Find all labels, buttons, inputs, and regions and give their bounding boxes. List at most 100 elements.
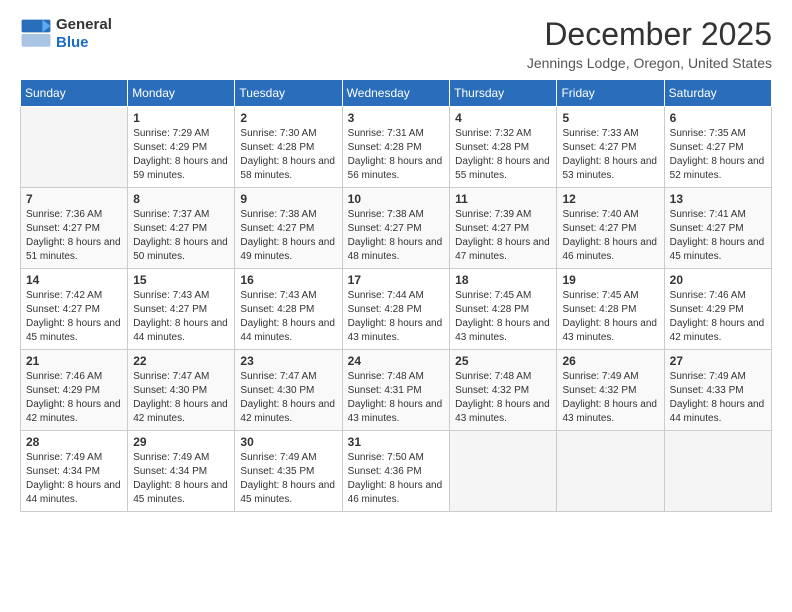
- header-friday: Friday: [557, 80, 664, 107]
- day-number: 30: [240, 435, 336, 449]
- day-info: Sunrise: 7:33 AMSunset: 4:27 PMDaylight:…: [562, 127, 658, 183]
- day-info: Sunrise: 7:49 AMSunset: 4:33 PMDaylight:…: [670, 370, 766, 426]
- day-info: Sunrise: 7:44 AMSunset: 4:28 PMDaylight:…: [348, 289, 445, 345]
- day-number: 10: [348, 192, 445, 206]
- day-info: Sunrise: 7:38 AMSunset: 4:27 PMDaylight:…: [348, 208, 445, 264]
- day-number: 3: [348, 111, 445, 125]
- calendar-cell: 29 Sunrise: 7:49 AMSunset: 4:34 PMDayligh…: [128, 431, 235, 512]
- day-number: 23: [240, 354, 336, 368]
- day-info: Sunrise: 7:46 AMSunset: 4:29 PMDaylight:…: [670, 289, 766, 345]
- day-number: 24: [348, 354, 445, 368]
- calendar-header-row: SundayMondayTuesdayWednesdayThursdayFrid…: [21, 80, 772, 107]
- day-number: 1: [133, 111, 229, 125]
- calendar-cell: 7Sunrise: 7:36 AMSunset: 4:27 PMDaylight…: [21, 188, 128, 269]
- day-number: 26: [562, 354, 658, 368]
- day-number: 4: [455, 111, 551, 125]
- calendar-cell: 17 Sunrise: 7:44 AMSunset: 4:28 PMDayligh…: [342, 269, 450, 350]
- logo-text: General Blue: [56, 16, 112, 52]
- day-number: 19: [562, 273, 658, 287]
- calendar-cell: 26 Sunrise: 7:49 AMSunset: 4:32 PMDayligh…: [557, 350, 664, 431]
- calendar-cell: 16 Sunrise: 7:43 AMSunset: 4:28 PMDayligh…: [235, 269, 342, 350]
- day-info: Sunrise: 7:32 AMSunset: 4:28 PMDaylight:…: [455, 127, 551, 183]
- day-info: Sunrise: 7:43 AMSunset: 4:28 PMDaylight:…: [240, 289, 336, 345]
- day-number: 16: [240, 273, 336, 287]
- calendar-cell: 31 Sunrise: 7:50 AMSunset: 4:36 PMDayligh…: [342, 431, 450, 512]
- location: Jennings Lodge, Oregon, United States: [527, 55, 772, 71]
- day-info: Sunrise: 7:41 AMSunset: 4:27 PMDaylight:…: [670, 208, 766, 264]
- day-info: Sunrise: 7:49 AMSunset: 4:34 PMDaylight:…: [26, 451, 122, 507]
- calendar-cell: [21, 107, 128, 188]
- day-number: 6: [670, 111, 766, 125]
- calendar-cell: 20Sunrise: 7:46 AMSunset: 4:29 PMDayligh…: [664, 269, 771, 350]
- calendar-cell: 1 Sunrise: 7:29 AMSunset: 4:29 PMDaylight…: [128, 107, 235, 188]
- header-thursday: Thursday: [450, 80, 557, 107]
- day-number: 12: [562, 192, 658, 206]
- day-info: Sunrise: 7:36 AMSunset: 4:27 PMDaylight:…: [26, 208, 122, 264]
- header-wednesday: Wednesday: [342, 80, 450, 107]
- page-header: General Blue December 2025 Jennings Lodg…: [20, 16, 772, 71]
- day-number: 9: [240, 192, 336, 206]
- day-info: Sunrise: 7:50 AMSunset: 4:36 PMDaylight:…: [348, 451, 445, 507]
- day-info: Sunrise: 7:48 AMSunset: 4:32 PMDaylight:…: [455, 370, 551, 426]
- calendar-cell: 12 Sunrise: 7:40 AMSunset: 4:27 PMDayligh…: [557, 188, 664, 269]
- calendar-cell: 18Sunrise: 7:45 AMSunset: 4:28 PMDayligh…: [450, 269, 557, 350]
- calendar-cell: [557, 431, 664, 512]
- day-number: 17: [348, 273, 445, 287]
- day-number: 18: [455, 273, 551, 287]
- calendar-week-row: 28 Sunrise: 7:49 AMSunset: 4:34 PMDayligh…: [21, 431, 772, 512]
- calendar-week-row: 14 Sunrise: 7:42 AMSunset: 4:27 PMDayligh…: [21, 269, 772, 350]
- day-number: 27: [670, 354, 766, 368]
- day-info: Sunrise: 7:46 AMSunset: 4:29 PMDaylight:…: [26, 370, 122, 426]
- calendar-cell: 28 Sunrise: 7:49 AMSunset: 4:34 PMDayligh…: [21, 431, 128, 512]
- day-number: 2: [240, 111, 336, 125]
- day-info: Sunrise: 7:49 AMSunset: 4:32 PMDaylight:…: [562, 370, 658, 426]
- day-info: Sunrise: 7:45 AMSunset: 4:28 PMDaylight:…: [562, 289, 658, 345]
- day-info: Sunrise: 7:48 AMSunset: 4:31 PMDaylight:…: [348, 370, 445, 426]
- day-number: 14: [26, 273, 122, 287]
- calendar-cell: 5 Sunrise: 7:33 AMSunset: 4:27 PMDaylight…: [557, 107, 664, 188]
- day-number: 28: [26, 435, 122, 449]
- calendar-cell: 14 Sunrise: 7:42 AMSunset: 4:27 PMDayligh…: [21, 269, 128, 350]
- day-info: Sunrise: 7:29 AMSunset: 4:29 PMDaylight:…: [133, 127, 229, 183]
- calendar-cell: 25 Sunrise: 7:48 AMSunset: 4:32 PMDayligh…: [450, 350, 557, 431]
- day-info: Sunrise: 7:40 AMSunset: 4:27 PMDaylight:…: [562, 208, 658, 264]
- calendar-cell: [664, 431, 771, 512]
- day-info: Sunrise: 7:47 AMSunset: 4:30 PMDaylight:…: [133, 370, 229, 426]
- calendar-cell: 21 Sunrise: 7:46 AMSunset: 4:29 PMDayligh…: [21, 350, 128, 431]
- day-number: 13: [670, 192, 766, 206]
- day-info: Sunrise: 7:39 AMSunset: 4:27 PMDaylight:…: [455, 208, 551, 264]
- calendar-week-row: 21 Sunrise: 7:46 AMSunset: 4:29 PMDayligh…: [21, 350, 772, 431]
- day-number: 5: [562, 111, 658, 125]
- day-info: Sunrise: 7:30 AMSunset: 4:28 PMDaylight:…: [240, 127, 336, 183]
- calendar-table: SundayMondayTuesdayWednesdayThursdayFrid…: [20, 79, 772, 512]
- calendar-cell: 19 Sunrise: 7:45 AMSunset: 4:28 PMDayligh…: [557, 269, 664, 350]
- calendar-cell: 23 Sunrise: 7:47 AMSunset: 4:30 PMDayligh…: [235, 350, 342, 431]
- header-sunday: Sunday: [21, 80, 128, 107]
- calendar-cell: 2 Sunrise: 7:30 AMSunset: 4:28 PMDaylight…: [235, 107, 342, 188]
- calendar-cell: 9Sunrise: 7:38 AMSunset: 4:27 PMDaylight…: [235, 188, 342, 269]
- calendar-cell: 27 Sunrise: 7:49 AMSunset: 4:33 PMDayligh…: [664, 350, 771, 431]
- calendar-cell: 30 Sunrise: 7:49 AMSunset: 4:35 PMDayligh…: [235, 431, 342, 512]
- calendar-cell: 11Sunrise: 7:39 AMSunset: 4:27 PMDayligh…: [450, 188, 557, 269]
- calendar-cell: 8 Sunrise: 7:37 AMSunset: 4:27 PMDaylight…: [128, 188, 235, 269]
- day-info: Sunrise: 7:47 AMSunset: 4:30 PMDaylight:…: [240, 370, 336, 426]
- header-saturday: Saturday: [664, 80, 771, 107]
- day-info: Sunrise: 7:49 AMSunset: 4:34 PMDaylight:…: [133, 451, 229, 507]
- day-number: 8: [133, 192, 229, 206]
- day-number: 29: [133, 435, 229, 449]
- calendar-cell: 10 Sunrise: 7:38 AMSunset: 4:27 PMDayligh…: [342, 188, 450, 269]
- day-info: Sunrise: 7:49 AMSunset: 4:35 PMDaylight:…: [240, 451, 336, 507]
- day-info: Sunrise: 7:37 AMSunset: 4:27 PMDaylight:…: [133, 208, 229, 264]
- day-number: 21: [26, 354, 122, 368]
- day-info: Sunrise: 7:43 AMSunset: 4:27 PMDaylight:…: [133, 289, 229, 345]
- calendar-cell: 3Sunrise: 7:31 AMSunset: 4:28 PMDaylight…: [342, 107, 450, 188]
- calendar-cell: 4 Sunrise: 7:32 AMSunset: 4:28 PMDaylight…: [450, 107, 557, 188]
- month-title: December 2025: [527, 16, 772, 53]
- title-section: December 2025 Jennings Lodge, Oregon, Un…: [527, 16, 772, 71]
- day-number: 25: [455, 354, 551, 368]
- logo: General Blue: [20, 16, 112, 52]
- header-monday: Monday: [128, 80, 235, 107]
- day-info: Sunrise: 7:42 AMSunset: 4:27 PMDaylight:…: [26, 289, 122, 345]
- day-number: 31: [348, 435, 445, 449]
- calendar-cell: 24 Sunrise: 7:48 AMSunset: 4:31 PMDayligh…: [342, 350, 450, 431]
